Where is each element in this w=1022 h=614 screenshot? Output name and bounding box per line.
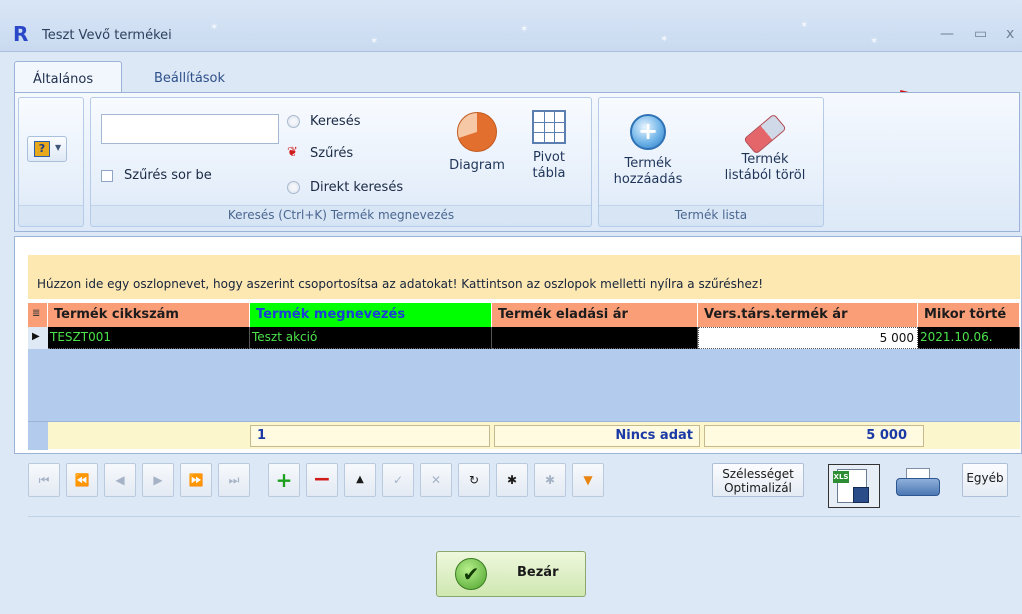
delete-record-button[interactable]: − [306,463,338,497]
snowflake-decoration: ✶ [370,36,379,47]
cell-megnevezes[interactable]: Teszt akció [250,327,492,349]
navigator-toolbar: ⏮ ⏪ ◀ ▶ ⏩ ⏭ + − ▲ ✓ ✕ ↻ ✱ ✱ ▼ Szélessége… [14,456,1022,528]
title-bar: ✶ ✶ ✶ ✶ ✶ ✶ R Teszt Vevő termékei — ▭ x [0,0,1022,52]
close-dialog-button[interactable]: ✔ Bezár [436,551,586,597]
close-window-button[interactable]: x [1006,26,1014,42]
remove-product-label-1: Termék [741,152,789,167]
product-group-label: Termék lista [599,205,823,223]
tab-beallitasok[interactable]: Beállítások [136,61,243,93]
optimize-width-label-1: Szélességet [722,467,794,481]
next-page-button[interactable]: ⏩ [180,463,212,497]
grid-empty-area [28,349,1020,421]
other-button[interactable]: Egyéb [962,463,1008,497]
app-logo: R [13,22,29,46]
printer-icon [896,478,940,496]
radio-filter[interactable]: ❦ Szűrés [287,144,353,162]
print-button[interactable] [894,466,944,502]
grid-footer: 1 Nincs adat 5 000 [28,421,1020,450]
bow-icon: ❦ [287,145,298,160]
table-icon [532,110,566,144]
chevron-down-icon: ▼ [55,143,62,152]
radio-circle [287,114,300,128]
radio-filter-label: Szűrés [310,145,354,161]
minimize-button[interactable]: — [940,26,954,42]
search-input[interactable] [101,114,279,144]
snowflake-decoration: ✶ [870,36,879,47]
cell-mikor[interactable]: 2021.10.06. [918,327,1020,349]
radio-direct-label: Direkt keresés [310,179,404,195]
remove-product-label-2: listából töröl [724,168,806,183]
snowflake-decoration: ✶ [520,24,529,35]
eraser-icon [743,113,787,155]
window-title: Teszt Vevő termékei [42,28,172,43]
footer-sum: 5 000 [704,425,924,447]
remove-product-button[interactable]: Termék listából töröl [715,113,815,184]
pivot-label-1: Pivot [533,150,565,165]
edit-record-button[interactable]: ▲ [344,463,376,497]
export-xls-button[interactable]: XLS [828,464,880,508]
add-product-button[interactable]: + Termék hozzáadás [605,114,691,188]
prev-page-button[interactable]: ⏪ [66,463,98,497]
book-icon: ? [34,141,50,157]
column-header-cikkszam[interactable]: Termék cikkszám [48,303,250,327]
goto-bookmark-button[interactable]: ✱ [534,463,566,497]
search-group-label: Keresés (Ctrl+K) Termék megnevezés [91,205,591,223]
cancel-edit-button[interactable]: ✕ [420,463,452,497]
snowflake-decoration: ✶ [660,34,669,45]
bookmark-button[interactable]: ✱ [496,463,528,497]
first-record-button[interactable]: ⏮ [28,463,60,497]
diagram-button[interactable]: Diagram [445,112,509,174]
pivot-table-button[interactable]: Pivot tábla [519,110,579,182]
view-dropdown-button[interactable]: ? ▼ [27,136,67,162]
pie-chart-icon [457,112,497,152]
radio-search-label: Keresés [310,113,361,129]
column-header-mikor[interactable]: Mikor törté [918,303,1020,327]
cell-eladasi-ar[interactable] [492,327,698,349]
column-chooser-icon[interactable]: ≣ [28,303,48,327]
cell-vers-ar[interactable]: 5 000 [698,327,918,349]
pivot-label-2: tábla [532,166,566,181]
add-record-button[interactable]: + [268,463,300,497]
optimize-width-label-2: Optimalizál [724,481,792,495]
optimize-width-button[interactable]: Szélességet Optimalizál [712,463,804,497]
group-by-panel[interactable]: Húzzon ide egy oszlopnevet, hogy aszerin… [28,255,1020,299]
next-record-button[interactable]: ▶ [142,463,174,497]
column-header-vers-ar[interactable]: Vers.társ.termék ár [698,303,918,327]
current-row-indicator-icon: ▶ [28,327,48,349]
diagram-label: Diagram [449,158,505,173]
xls-icon: XLS [833,471,849,483]
post-edit-button[interactable]: ✓ [382,463,414,497]
last-record-button[interactable]: ⏭ [218,463,250,497]
divider [28,516,1020,517]
column-header-megnevezes[interactable]: Termék megnevezés [250,303,492,327]
column-header-eladasi-ar[interactable]: Termék eladási ár [492,303,698,327]
cell-cikkszam[interactable]: TESZT001 [48,327,250,349]
filter-row-label: Szűrés sor be [124,168,212,183]
prev-record-button[interactable]: ◀ [104,463,136,497]
refresh-button[interactable]: ↻ [458,463,490,497]
add-product-label-2: hozzáadás [613,172,683,187]
footer-count: 1 [250,425,490,447]
radio-direct-search[interactable]: Direkt keresés [287,178,403,196]
snowflake-decoration: ✶ [800,20,809,31]
plus-circle-icon: + [630,114,666,150]
save-disk-icon [853,487,869,503]
filter-button[interactable]: ▼ [572,463,604,497]
snowflake-decoration: ✶ [210,22,219,33]
close-label: Bezár [517,565,559,580]
ribbon-group-views: ? ▼ [18,97,84,227]
footer-no-data: Nincs adat [494,425,700,447]
data-grid: Húzzon ide egy oszlopnevet, hogy aszerin… [14,236,1022,454]
radio-circle [287,180,300,194]
filter-row-checkbox[interactable] [101,170,113,182]
tab-altalanos[interactable]: Általános [14,61,122,93]
maximize-button[interactable]: ▭ [974,26,987,42]
radio-search[interactable]: Keresés [287,112,360,130]
ribbon-group-search: Szűrés sor be Keresés ❦ Szűrés Direkt ke… [90,97,592,227]
ribbon-group-product-list: + Termék hozzáadás Termék listából töröl… [598,97,824,227]
add-product-label-1: Termék [624,156,672,171]
checkmark-icon: ✔ [455,558,487,590]
ribbon-panel: ? ▼ Szűrés sor be Keresés ❦ Szűrés Direk… [14,92,1020,232]
